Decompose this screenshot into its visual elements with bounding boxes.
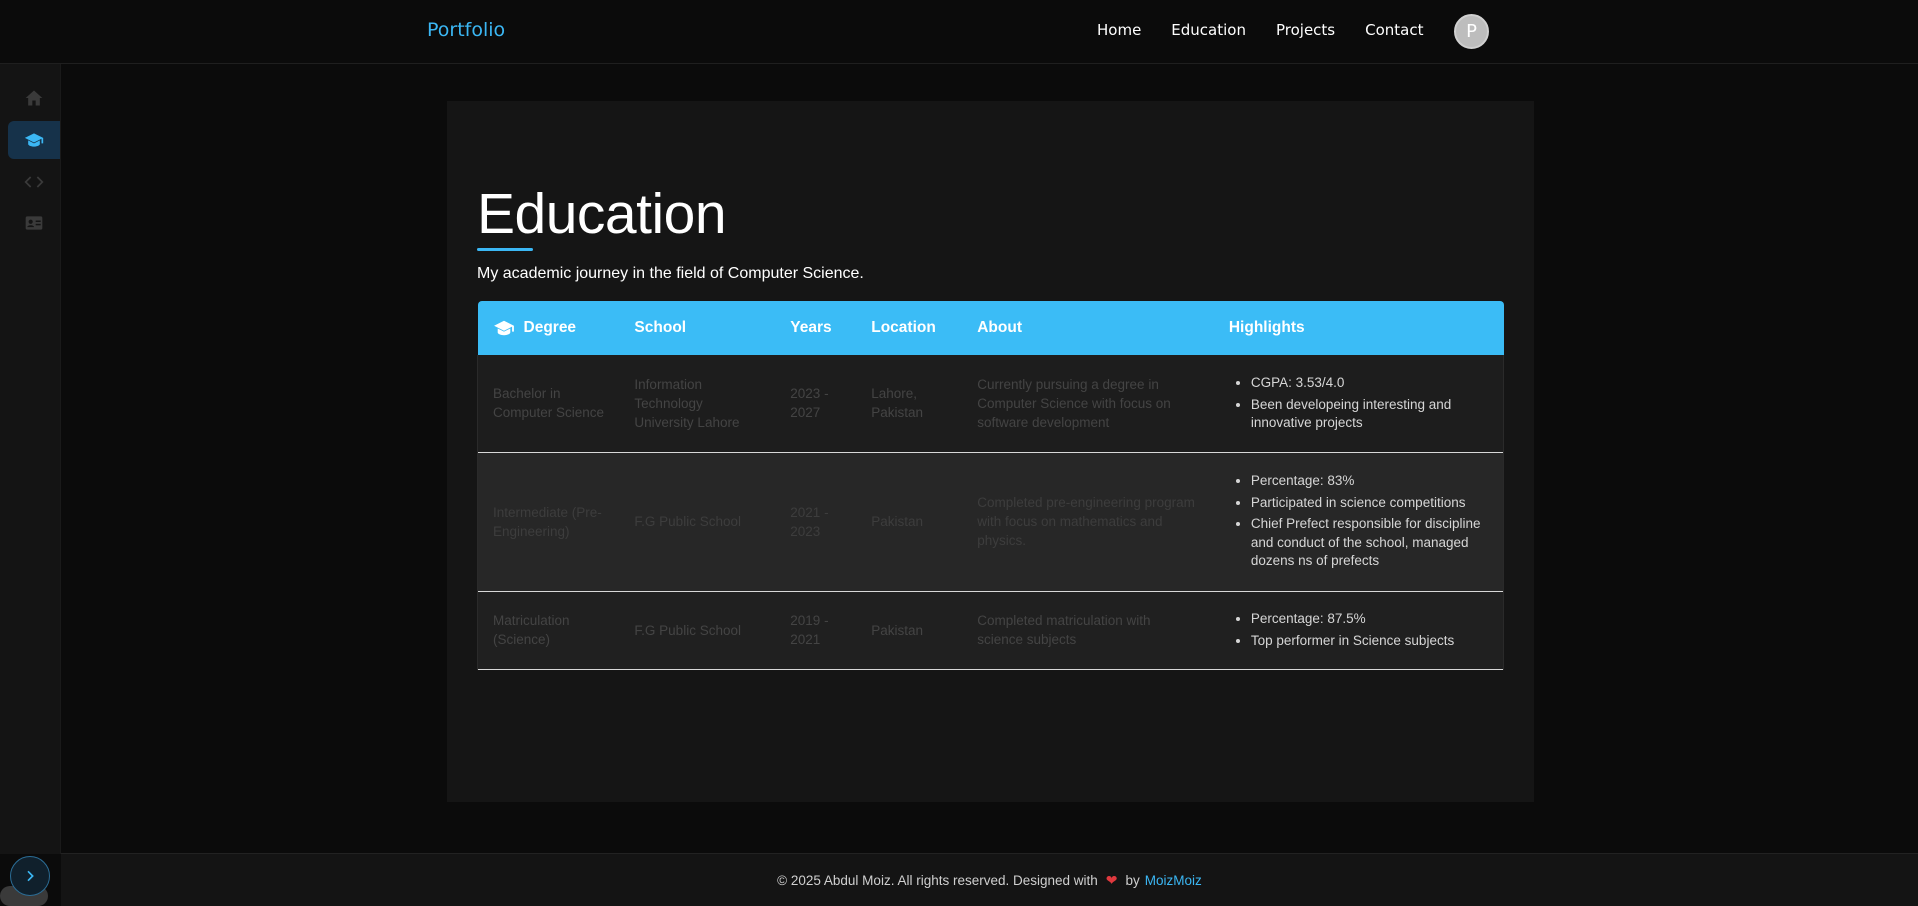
education-table: Degree School Years Location About Highl… [477,301,1504,670]
column-header-highlights: Highlights [1228,319,1305,336]
column-header-about: About [977,319,1022,336]
table-row: Intermediate (Pre-Engineering) F.G Publi… [477,452,1504,591]
highlights-list: Percentage: 83% Participated in science … [1229,472,1488,571]
cell-about: Completed matriculation with science sub… [977,613,1151,647]
table-row: Matriculation (Science) F.G Public Schoo… [477,591,1504,669]
cell-highlights: CGPA: 3.53/4.0 Been developeing interest… [1213,355,1504,452]
nav-link-home[interactable]: Home [1097,21,1141,39]
footer-by: by [1125,872,1140,888]
expand-sidebar-button[interactable] [10,856,50,896]
cell-degree: Intermediate (Pre-Engineering) [477,452,620,591]
cell-about: Currently pursuing a degree in Computer … [977,376,1171,430]
sidebar-item-home[interactable] [8,79,60,117]
chevron-right-icon [27,870,34,882]
column-header-location: Location [871,319,936,336]
highlights-list: CGPA: 3.53/4.0 Been developeing interest… [1229,374,1488,433]
cell-degree: Matriculation (Science) [477,591,620,669]
page-subtitle: My academic journey in the field of Comp… [477,265,864,282]
highlight-item: Percentage: 87.5% [1251,610,1488,629]
footer-copyright: © 2025 Abdul Moiz. All rights reserved. … [777,872,1098,888]
code-icon [24,176,44,188]
highlight-item: Been developeing interesting and innovat… [1251,396,1488,433]
cell-location: Lahore, Pakistan [871,386,924,421]
cell-location: Pakistan [871,622,924,638]
cell-years: 2019 - 2021 [790,613,829,647]
highlight-item: Participated in science competitions [1251,494,1488,513]
author-link[interactable]: MoizMoiz [1145,873,1202,888]
page-title: Education [477,182,727,246]
cell-location: Pakistan [871,514,924,529]
table-row: Bachelor in Computer Science Information… [477,355,1504,452]
education-card: Education My academic journey in the fie… [447,101,1534,802]
highlight-item: Chief Prefect responsible for discipline… [1251,515,1488,571]
nav-link-education[interactable]: Education [1171,21,1246,39]
cell-school: F.G Public School [634,622,741,638]
cell-school: Information Technology University Lahore [634,376,740,430]
column-header-school: School [634,319,687,336]
sidebar [0,64,61,906]
title-underline [477,248,533,251]
brand-link[interactable]: Portfolio [427,19,505,41]
cell-years: 2023 - 2027 [790,386,829,421]
cell-degree: Bachelor in Computer Science [477,355,620,452]
column-header-degree: Degree [478,301,620,355]
column-header-years: Years [790,319,832,336]
cell-school: F.G Public School [634,514,741,529]
avatar[interactable]: P [1454,14,1489,49]
cell-highlights: Percentage: 87.5% Top performer in Scien… [1213,591,1504,669]
highlight-item: Top performer in Science subjects [1251,632,1488,651]
sidebar-item-contact[interactable] [8,204,60,242]
cell-years: 2021 - 2023 [790,504,829,539]
sidebar-item-education[interactable] [8,121,60,159]
column-header-label: Degree [523,319,577,336]
highlight-item: Percentage: 83% [1251,472,1488,491]
heart-icon: ❤ [1105,871,1118,888]
nav-links: Home Education Projects Contact [1097,21,1423,39]
table-header-row: Degree School Years Location About Highl… [477,301,1504,355]
footer: © 2025 Abdul Moiz. All rights reserved. … [61,853,1918,906]
graduation-cap-icon [24,133,44,147]
contact-card-icon [25,216,43,230]
home-icon [25,90,43,106]
nav-link-projects[interactable]: Projects [1276,21,1335,39]
graduation-cap-icon [493,320,514,336]
highlight-item: CGPA: 3.53/4.0 [1251,374,1488,393]
top-navbar: Portfolio Home Education Projects Contac… [0,0,1918,64]
highlights-list: Percentage: 87.5% Top performer in Scien… [1229,610,1488,650]
nav-link-contact[interactable]: Contact [1365,21,1423,39]
cell-about: Completed pre-engineering program with f… [977,495,1195,548]
cell-highlights: Percentage: 83% Participated in science … [1213,452,1504,591]
sidebar-item-projects[interactable] [8,163,60,201]
